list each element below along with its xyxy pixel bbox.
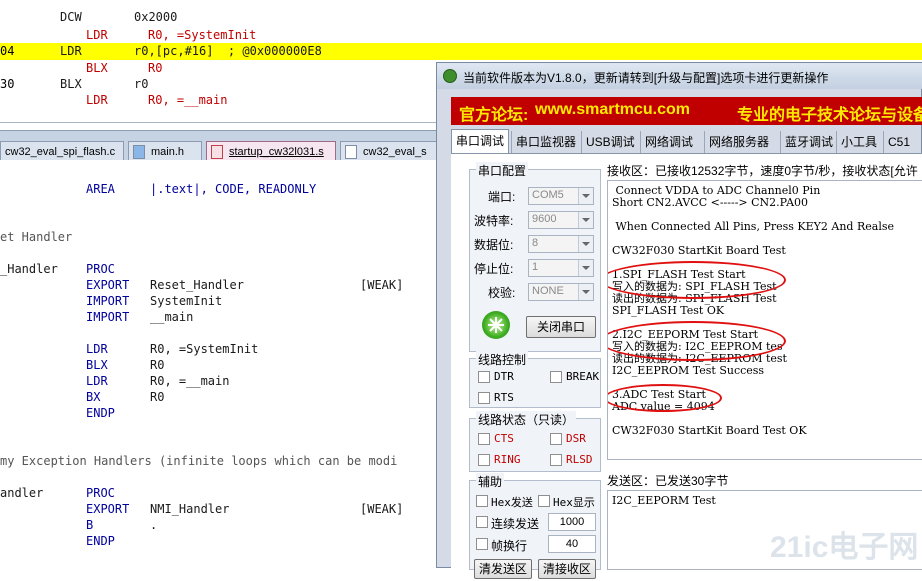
code-line: LDR R0, =SystemInit bbox=[86, 342, 259, 356]
tab-cw32-eval-spi-flash[interactable]: cw32_eval_spi_flash.c bbox=[0, 141, 124, 161]
dsr-indicator bbox=[550, 433, 562, 445]
break-checkbox[interactable] bbox=[550, 371, 562, 383]
tab-network-server[interactable]: 网络服务器 bbox=[704, 131, 773, 153]
code-editor[interactable]: AREA |.text|, CODE, READONLY et Handler … bbox=[0, 160, 440, 568]
disasm-line[interactable]: DCW 0x2000 bbox=[0, 9, 922, 26]
close-port-button[interactable]: 关闭串口 bbox=[526, 316, 596, 338]
annotation-circle-adc bbox=[608, 384, 722, 412]
serial-tool-window: 当前软件版本为V1.8.0，更新请转到[升级与配置]选项卡进行更新操作 官方论坛… bbox=[436, 62, 922, 579]
chevron-down-icon bbox=[578, 188, 593, 204]
disasm-current-line[interactable]: 04 LDR r0,[pc,#16] ; @0x000000E8 bbox=[0, 43, 922, 60]
tab-usb-debug[interactable]: USB调试 bbox=[581, 131, 639, 153]
code-line: _Handler PROC bbox=[0, 262, 115, 276]
send-header: 发送区：已发送30字节 bbox=[607, 474, 729, 488]
port-status-icon bbox=[482, 311, 510, 339]
code-comment: my Exception Handlers (infinite loops wh… bbox=[0, 454, 398, 468]
parity-select[interactable]: NONE bbox=[528, 283, 594, 301]
forum-banner[interactable]: 官方论坛: www.smartmcu.com 专业的电子技术论坛与设备 bbox=[451, 97, 922, 125]
tab-serial-debug[interactable]: 串口调试 bbox=[451, 129, 510, 153]
window-title: 当前软件版本为V1.8.0，更新请转到[升级与配置]选项卡进行更新操作 bbox=[463, 71, 829, 85]
code-line: EXPORT Reset_Handler [WEAK] bbox=[86, 278, 404, 292]
asm-file-icon bbox=[211, 145, 223, 159]
dtr-checkbox[interactable] bbox=[478, 371, 490, 383]
window-titlebar[interactable]: 当前软件版本为V1.8.0，更新请转到[升级与配置]选项卡进行更新操作 bbox=[437, 63, 922, 89]
stop-bits-select[interactable]: 1 bbox=[528, 259, 594, 277]
tab-cw32-eval-s[interactable]: cw32_eval_s bbox=[340, 141, 440, 161]
watermark-logo: 21ic电子网 bbox=[770, 531, 919, 564]
chevron-down-icon bbox=[578, 284, 593, 300]
tab-tools[interactable]: 小工具 bbox=[836, 131, 881, 153]
port-select[interactable]: COM5 bbox=[528, 187, 594, 205]
app-icon bbox=[443, 69, 457, 83]
chevron-down-icon bbox=[578, 236, 593, 252]
ring-indicator bbox=[478, 454, 490, 466]
clear-send-button[interactable]: 清发送区 bbox=[474, 559, 532, 579]
hex-send-checkbox[interactable] bbox=[476, 495, 488, 507]
code-line: BLX R0 bbox=[86, 358, 165, 372]
disasm-line[interactable]: LDR R0, =SystemInit bbox=[0, 27, 922, 44]
code-line: IMPORT SystemInit bbox=[86, 294, 223, 308]
chevron-down-icon bbox=[578, 260, 593, 276]
rlsd-indicator bbox=[550, 454, 562, 466]
code-line: ENDP bbox=[86, 534, 115, 548]
header-file-icon bbox=[133, 145, 145, 159]
receive-header: 接收区：已接收12532字节，速度0字节/秒，接收状态[允许 bbox=[607, 164, 918, 178]
code-line: AREA |.text|, CODE, READONLY bbox=[86, 182, 317, 196]
clear-receive-button[interactable]: 清接收区 bbox=[538, 559, 596, 579]
tab-c51-code[interactable]: C51代码 bbox=[883, 131, 922, 153]
tab-main-h[interactable]: main.h bbox=[128, 141, 202, 161]
code-line: ENDP bbox=[86, 406, 115, 420]
cts-indicator bbox=[478, 433, 490, 445]
frame-newline-checkbox[interactable] bbox=[476, 538, 488, 550]
rts-checkbox[interactable] bbox=[478, 392, 490, 404]
continuous-send-checkbox[interactable] bbox=[476, 516, 488, 528]
code-line: EXPORT NMI_Handler [WEAK] bbox=[86, 502, 404, 516]
tab-network-debug[interactable]: 网络调试 bbox=[640, 131, 697, 153]
code-comment: et Handler bbox=[0, 230, 73, 244]
frame-length-input[interactable]: 40 bbox=[548, 535, 596, 553]
file-tab-bar: cw32_eval_spi_flash.c main.h startup_cw3… bbox=[0, 130, 440, 161]
serial-debug-panel: 串口配置 端口: COM5 波特率: 9600 数据位: 8 停止位: 1 校验… bbox=[451, 153, 922, 579]
receive-area[interactable]: Connect VDDA to ADC Channel0 Pin Short C… bbox=[607, 180, 922, 460]
code-line: B . bbox=[86, 518, 158, 532]
annotation-circle-i2c bbox=[608, 321, 786, 361]
baud-rate-select[interactable]: 9600 bbox=[528, 211, 594, 229]
code-line: LDR R0, =__main bbox=[86, 374, 230, 388]
interval-input[interactable]: 1000 bbox=[548, 513, 596, 531]
tab-startup-s[interactable]: startup_cw32l031.s bbox=[206, 141, 336, 161]
code-line: BX R0 bbox=[86, 390, 165, 404]
line-control-group: 线路控制 DTR BREAK RTS bbox=[469, 351, 601, 408]
tab-serial-monitor[interactable]: 串口监视器 bbox=[511, 131, 580, 153]
tab-bluetooth-debug[interactable]: 蓝牙调试 bbox=[780, 131, 837, 153]
file-icon bbox=[345, 145, 357, 159]
data-bits-select[interactable]: 8 bbox=[528, 235, 594, 253]
line-status-group: 线路状态（只读） CTS DSR RING RLSD bbox=[469, 411, 601, 472]
chevron-down-icon bbox=[578, 212, 593, 228]
code-line: andler PROC bbox=[0, 486, 115, 500]
serial-config-group: 串口配置 端口: COM5 波特率: 9600 数据位: 8 停止位: 1 校验… bbox=[469, 162, 601, 352]
hex-display-checkbox[interactable] bbox=[538, 495, 550, 507]
code-line: IMPORT __main bbox=[86, 310, 194, 324]
aux-group: 辅助 Hex发送 Hex显示 连续发送 1000 帧换行 40 清发送区 清接收… bbox=[469, 473, 601, 579]
annotation-circle-spi bbox=[608, 261, 786, 299]
tool-tab-bar: 串口调试 串口监视器 USB调试 网络调试 网络服务器 蓝牙调试 小工具 C51… bbox=[451, 129, 922, 153]
